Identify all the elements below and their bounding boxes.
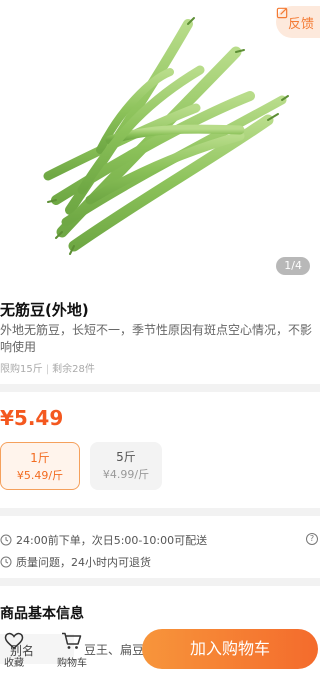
- spec-price: ¥4.99/斤: [102, 468, 150, 481]
- cart-label: 购物车: [57, 658, 87, 669]
- stock-info: 限购15斤 | 剩余28件: [0, 364, 95, 375]
- spec-option-1[interactable]: 1斤 ¥5.49/斤: [0, 442, 80, 490]
- delivery-time-row: 24:00前下单，次日5:00-10:00可配送: [0, 532, 320, 548]
- green-beans-image: [43, 17, 289, 255]
- purchase-limit: 限购15斤: [0, 364, 43, 375]
- product-description: 外地无筋豆，长短不一，季节性原因有斑点空心情况，不影响使用: [0, 323, 313, 354]
- cart-button[interactable]: 购物车: [52, 632, 92, 669]
- feedback-label: 反馈: [287, 16, 314, 32]
- clock-icon: [0, 556, 12, 568]
- spec-name: 5斤: [116, 450, 136, 464]
- cart-icon: [62, 632, 82, 649]
- product-image-carousel[interactable]: 反馈 1/4: [0, 0, 320, 290]
- spec-name: 1斤: [30, 451, 50, 465]
- help-icon[interactable]: ?: [306, 533, 318, 545]
- return-policy-row: 质量问题，24小时内可退货: [0, 554, 320, 570]
- bottom-action-bar: 收藏 购物车 加入购物车: [0, 624, 320, 688]
- remaining-count: 剩余28件: [52, 364, 95, 375]
- edit-icon: [276, 7, 288, 19]
- delivery-time-text: 24:00前下单，次日5:00-10:00可配送: [16, 534, 208, 547]
- clock-icon: [0, 534, 12, 546]
- favorite-label: 收藏: [4, 658, 24, 669]
- spec-price: ¥5.49/斤: [16, 469, 64, 482]
- divider: [0, 578, 320, 586]
- return-policy-text: 质量问题，24小时内可退货: [16, 556, 151, 569]
- feedback-button[interactable]: 反馈: [275, 6, 320, 38]
- divider: [0, 384, 320, 392]
- spec-option-2[interactable]: 5斤 ¥4.99/斤: [90, 442, 162, 490]
- divider: [0, 508, 320, 516]
- section-title-basic-info: 商品基本信息: [0, 606, 84, 622]
- product-title: 无筋豆(外地): [0, 301, 89, 319]
- product-price: ¥5.49: [0, 406, 64, 430]
- heart-icon: [4, 632, 24, 649]
- add-to-cart-button[interactable]: 加入购物车: [142, 629, 318, 669]
- image-pager: 1/4: [276, 257, 310, 275]
- favorite-button[interactable]: 收藏: [0, 632, 34, 669]
